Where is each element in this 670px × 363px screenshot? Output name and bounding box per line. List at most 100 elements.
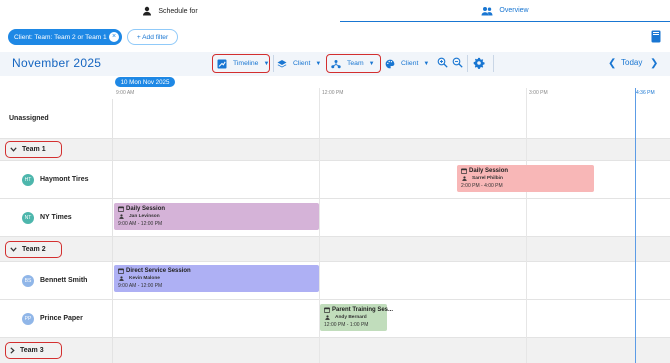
- time-axis: 9:00 AM 12:00 PM 3:00 PM 4:36 PM: [113, 88, 670, 99]
- team-1-toggle[interactable]: Team 1: [5, 141, 62, 158]
- tab-schedule-label: Schedule for: [158, 7, 198, 15]
- event-title-text: Daily Session: [469, 168, 509, 174]
- chevron-down-icon: ▼: [423, 60, 430, 67]
- team-group-row-1: Team 1: [0, 139, 670, 161]
- gear-icon: [473, 57, 485, 71]
- chevron-down-icon: [10, 147, 17, 152]
- chevron-right-icon[interactable]: ❯: [650, 58, 658, 69]
- event-card[interactable]: Direct Service Session Kevin Malone 9:00…: [114, 265, 319, 292]
- close-icon[interactable]: ×: [109, 32, 119, 42]
- event-card[interactable]: Daily Session Sarrel Philbin 2:00 PM - 4…: [457, 165, 594, 192]
- event-time: 9:00 AM - 12:00 PM: [118, 283, 163, 289]
- timeline-label: Timeline: [233, 60, 259, 67]
- today-button[interactable]: Today: [621, 58, 642, 67]
- zoom-in-icon: [437, 57, 448, 70]
- person-icon: [325, 315, 330, 320]
- event-title: Parent Training Ses...: [324, 307, 393, 313]
- event-person: Andy Bernard: [324, 315, 383, 320]
- event-card[interactable]: Daily Session Jan Levinson 9:00 AM - 12:…: [114, 203, 319, 230]
- add-filter-button[interactable]: + Add filter: [127, 29, 178, 45]
- timeline-icon: [217, 59, 227, 69]
- avatar: HT: [22, 173, 34, 186]
- client-row: BS Bennett Smith: [0, 262, 670, 300]
- zoom-out-button[interactable]: [452, 54, 463, 73]
- filter-bar: Client: Team: Team 2 or Team 1 × + Add f…: [0, 27, 670, 47]
- view-tabs: Schedule for Overview: [0, 0, 670, 22]
- toolbar-divider: [273, 55, 274, 72]
- event-person: Sarrel Philbin: [461, 176, 590, 181]
- tab-overview[interactable]: Overview: [340, 0, 670, 22]
- team-2-toggle[interactable]: Team 2: [5, 240, 62, 258]
- zoom-out-icon: [452, 57, 463, 70]
- row-label: NT NY Times: [0, 199, 113, 236]
- event-title-text: Direct Service Session: [126, 268, 191, 274]
- client-name[interactable]: Bennett Smith: [40, 277, 87, 284]
- row-label: Team 1: [0, 139, 113, 160]
- filter-chip-label: Client: Team: Team 2 or Team 1: [14, 33, 107, 41]
- time-label: 12:00 PM: [322, 90, 344, 96]
- event-title: Direct Service Session: [118, 268, 315, 274]
- toolbar-divider: [467, 55, 468, 72]
- client-name[interactable]: Prince Paper: [40, 315, 83, 322]
- event-time: 2:00 PM - 4:00 PM: [461, 183, 503, 189]
- chevron-down-icon: ▼: [263, 60, 270, 67]
- chevron-down-icon: [10, 246, 17, 252]
- avatar: PP: [22, 312, 34, 325]
- person-icon: [142, 6, 152, 16]
- unassigned-label: Unassigned: [9, 115, 49, 122]
- person-icon: [119, 276, 124, 281]
- event-title-text: Parent Training Ses...: [332, 307, 394, 313]
- current-time-indicator: [635, 88, 636, 363]
- avatar: BS: [22, 274, 34, 287]
- group-by-client-dropdown[interactable]: Client ▼: [277, 54, 325, 73]
- event-title: Daily Session: [461, 168, 590, 174]
- current-time-label: 4:36 PM: [636, 90, 655, 96]
- calendar-icon: [118, 268, 124, 274]
- client-name[interactable]: Haymont Tires: [40, 176, 89, 183]
- avatar: NT: [22, 211, 34, 224]
- event-person-name: Jan Levinson: [129, 214, 160, 219]
- calendar-icon: [324, 307, 330, 313]
- time-label: 9:00 AM: [116, 90, 135, 96]
- filter-chip-team[interactable]: Client: Team: Team 2 or Team 1 ×: [8, 29, 122, 45]
- event-person: Jan Levinson: [118, 214, 315, 219]
- team-3-label: Team 3: [20, 347, 44, 354]
- team-2-label: Team 2: [22, 245, 46, 253]
- event-card[interactable]: Parent Training Ses... Andy Bernard 12:0…: [320, 304, 393, 331]
- unassigned-row: Unassigned: [0, 99, 670, 139]
- palette-icon: [385, 59, 395, 69]
- person-icon: [119, 214, 124, 219]
- calendar-toolbar: November 2025 Timeline ▼ Client ▼ Team ▼…: [0, 52, 670, 76]
- team-group-row-2: Team 2: [0, 237, 670, 262]
- settings-button[interactable]: [473, 54, 485, 73]
- event-time: 9:00 AM - 12:00 PM: [118, 221, 163, 227]
- team-group-row-3: Team 3: [0, 338, 670, 363]
- time-label: 3:00 PM: [529, 90, 548, 96]
- timeline-view-dropdown[interactable]: Timeline ▼: [212, 54, 270, 73]
- chevron-right-icon: [10, 347, 15, 354]
- person-icon: [462, 176, 467, 181]
- team-label: Team: [347, 60, 364, 67]
- tab-schedule-for[interactable]: Schedule for: [0, 0, 340, 22]
- event-title: Daily Session: [118, 206, 315, 212]
- event-person-name: Sarrel Philbin: [472, 176, 503, 181]
- row-label: Team 2: [0, 237, 113, 261]
- row-label: BS Bennett Smith: [0, 262, 113, 299]
- book-icon[interactable]: [651, 30, 661, 45]
- chevron-down-icon: ▼: [368, 60, 375, 67]
- group-by-team-dropdown[interactable]: Team ▼: [326, 54, 381, 73]
- people-icon: [481, 6, 493, 16]
- chevron-left-icon[interactable]: ❮: [608, 58, 616, 69]
- tab-overview-label: Overview: [499, 7, 529, 14]
- layers-icon: [277, 59, 287, 69]
- event-person-name: Kevin Malone: [129, 276, 160, 281]
- event-person: Kevin Malone: [118, 276, 315, 281]
- team-3-toggle[interactable]: Team 3: [5, 342, 62, 359]
- chevron-down-icon: ▼: [315, 60, 322, 67]
- zoom-in-button[interactable]: [437, 54, 448, 73]
- client-name[interactable]: NY Times: [40, 214, 72, 221]
- row-label: PP Prince Paper: [0, 300, 113, 337]
- color-by-client-dropdown[interactable]: Client ▼: [385, 54, 433, 73]
- event-person-name: Andy Bernard: [335, 315, 367, 320]
- team-1-label: Team 1: [22, 146, 46, 153]
